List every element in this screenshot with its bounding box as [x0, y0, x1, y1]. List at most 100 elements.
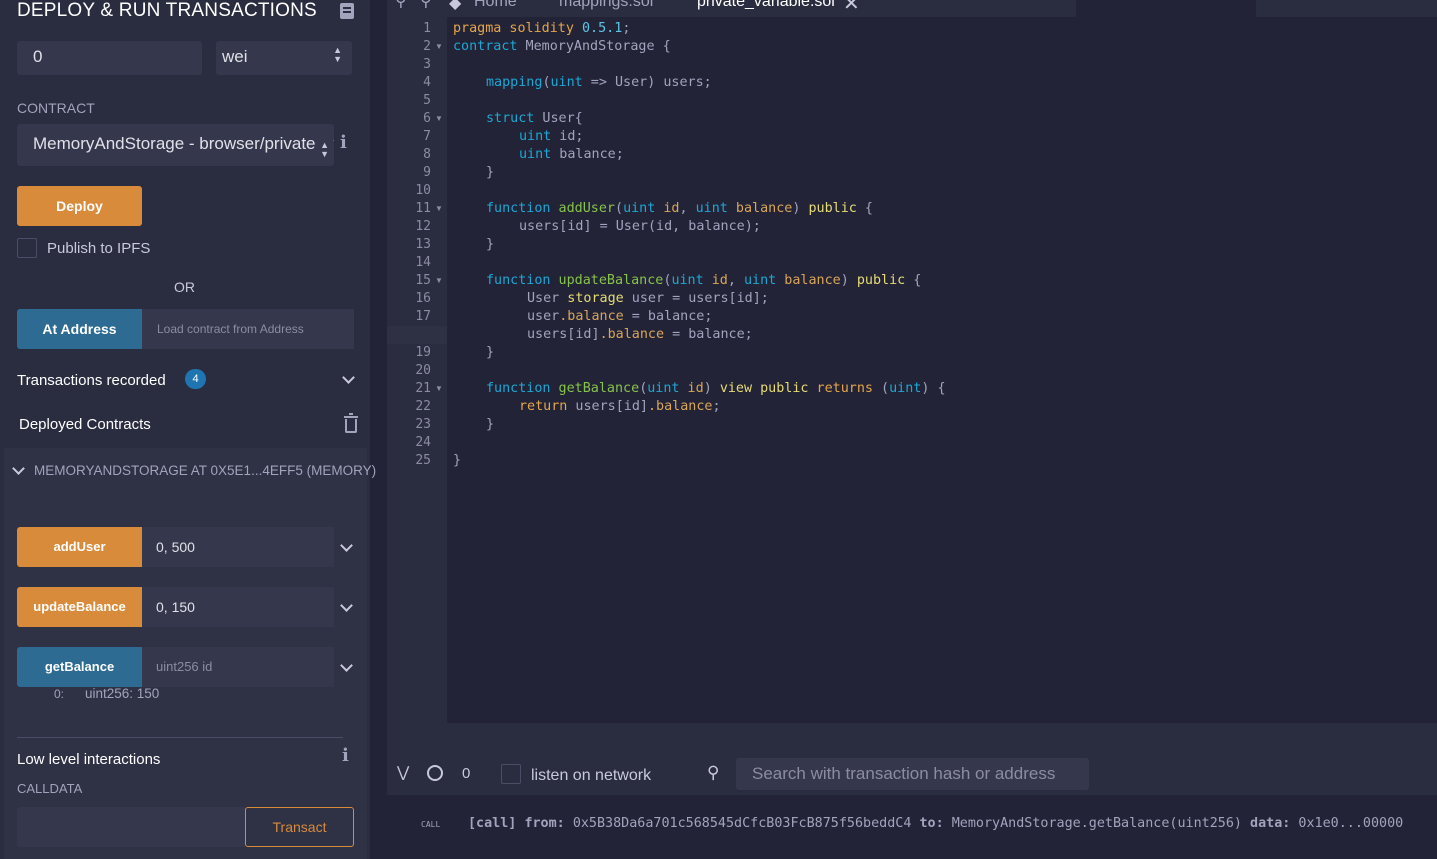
listen-network-label: listen on network	[531, 767, 652, 784]
minimize-terminal-icon[interactable]: ⋁	[397, 763, 409, 781]
deploy-button[interactable]: Deploy	[17, 186, 142, 226]
code-token: ,	[679, 201, 696, 216]
code-token: }	[486, 237, 495, 252]
line-number: 20	[415, 363, 431, 378]
line-number: 22	[415, 399, 431, 414]
code-token: User	[527, 291, 560, 306]
getbalance-expand-icon[interactable]	[340, 659, 353, 672]
line-number: 16	[415, 291, 431, 306]
code-token: {	[856, 201, 873, 216]
divider	[17, 737, 343, 738]
unit-select[interactable]: wei ▲ ▼	[216, 41, 352, 75]
log-data: 0x1e0...00000	[1298, 816, 1404, 831]
calldata-input[interactable]	[17, 807, 245, 847]
code-token: = balance;	[664, 327, 753, 342]
instance-collapse-icon[interactable]	[12, 462, 25, 475]
panel-title: DEPLOY & RUN TRANSACTIONS	[17, 0, 317, 21]
log-entry[interactable]: [call] from: 0x5B38Da6a701c568545dCfcB03…	[468, 816, 1403, 831]
code-token: )	[792, 201, 809, 216]
code-token: .balance	[559, 309, 624, 324]
transact-button[interactable]: Transact	[245, 807, 354, 847]
code-token: uint	[744, 273, 777, 288]
low-level-info-icon[interactable]: i	[342, 745, 349, 766]
code-token: id	[703, 273, 728, 288]
value-input[interactable]: 0	[17, 41, 202, 75]
getbalance-button[interactable]: getBalance	[17, 647, 142, 687]
code-token: function	[486, 201, 551, 216]
clear-console-icon[interactable]	[427, 765, 443, 781]
fold-arrow-icon[interactable]: ▼	[435, 38, 443, 56]
code-token: User{	[534, 111, 583, 126]
log-to: MemoryAndStorage.getBalance(uint256)	[951, 816, 1242, 831]
code-token: }	[486, 345, 495, 360]
code-token: id;	[551, 129, 584, 144]
info-icon[interactable]: i	[340, 132, 347, 153]
line-number: 13	[415, 237, 431, 252]
code-token: uint	[695, 201, 728, 216]
fold-arrow-icon[interactable]: ▼	[435, 200, 443, 218]
code-token: }	[486, 417, 495, 432]
code-token: balance;	[551, 147, 624, 162]
adduser-input[interactable]: 0, 500	[142, 527, 334, 567]
contract-select[interactable]: MemoryAndStorage - browser/private_varia…	[17, 124, 334, 166]
code-token: }	[486, 165, 495, 180]
adduser-button[interactable]: addUser	[17, 527, 142, 567]
contract-select-value: MemoryAndStorage - browser/private_varia…	[33, 134, 334, 153]
code-token: struct	[486, 111, 535, 126]
load-address-input[interactable]: Load contract from Address	[142, 309, 354, 349]
transactions-count-badge: 4	[185, 369, 206, 389]
or-label: OR	[174, 279, 195, 295]
code-area[interactable]: pragma solidity 0.5.1; contract MemoryAn…	[447, 17, 1437, 723]
code-token: uint	[519, 147, 552, 162]
getbalance-input[interactable]: uint256 id	[142, 647, 334, 687]
code-token: ,	[727, 273, 744, 288]
publish-ipfs-checkbox[interactable]	[17, 238, 37, 258]
fold-arrow-icon[interactable]: ▼	[435, 380, 443, 398]
contract-label: CONTRACT	[17, 100, 95, 116]
code-token: = balance;	[623, 309, 713, 324]
search-icon[interactable]: ⚲	[395, 0, 407, 11]
fold-arrow-icon[interactable]: ▼	[435, 272, 443, 290]
transaction-search-input[interactable]: Search with transaction hash or address	[736, 758, 1089, 790]
transactions-recorded-label[interactable]: Transactions recorded	[17, 372, 166, 389]
code-token: uint	[647, 381, 680, 396]
line-number: 21	[415, 381, 431, 396]
line-number: 24	[415, 435, 431, 450]
select-arrows-icon: ▲ ▼	[333, 45, 342, 64]
updatebalance-button[interactable]: updateBalance	[17, 587, 142, 627]
code-token: ;	[712, 399, 721, 414]
line-number: 19	[415, 345, 431, 360]
deployed-contracts-label: Deployed Contracts	[19, 416, 151, 433]
code-token: function	[486, 273, 551, 288]
chevron-down-icon[interactable]	[342, 371, 355, 384]
adduser-expand-icon[interactable]	[340, 539, 353, 552]
code-editor[interactable]: 12▼3456▼7891011▼12131415▼161718192021▼22…	[387, 17, 1437, 723]
code-token: ;	[622, 21, 631, 36]
updatebalance-expand-icon[interactable]	[340, 599, 353, 612]
code-token: getBalance	[550, 381, 640, 396]
close-tab-icon[interactable]: ✕	[843, 0, 860, 16]
code-token: public	[856, 273, 906, 288]
tab-home[interactable]: Home	[474, 0, 517, 11]
code-token: solidity	[501, 21, 574, 36]
updatebalance-input[interactable]: 0, 150	[142, 587, 334, 627]
fold-arrow-icon[interactable]: ▼	[435, 110, 443, 128]
instance-title[interactable]: MEMORYANDSTORAGE AT 0X5E1...4EFF5 (MEMOR…	[34, 463, 376, 478]
trash-icon[interactable]	[344, 413, 358, 433]
line-number: 10	[415, 183, 431, 198]
zoom-icon[interactable]: ⚲	[420, 0, 432, 11]
code-token: user	[527, 309, 560, 324]
search-icon: ⚲	[707, 763, 720, 782]
result-index: 0:	[54, 687, 65, 701]
tab-mappings[interactable]: mappings.sol	[559, 0, 653, 11]
documentation-icon[interactable]	[340, 3, 354, 19]
code-token: public	[808, 201, 857, 216]
at-address-button[interactable]: At Address	[17, 309, 142, 349]
listen-network-checkbox[interactable]	[501, 764, 521, 784]
tab-private-variable[interactable]: private_variable.sol	[697, 0, 835, 11]
editor-resize-bar[interactable]	[387, 723, 1437, 753]
code-token: ) {	[921, 381, 946, 396]
low-level-label: Low level interactions	[17, 751, 161, 768]
line-number: 3	[423, 57, 431, 72]
code-token: storage	[559, 291, 624, 306]
